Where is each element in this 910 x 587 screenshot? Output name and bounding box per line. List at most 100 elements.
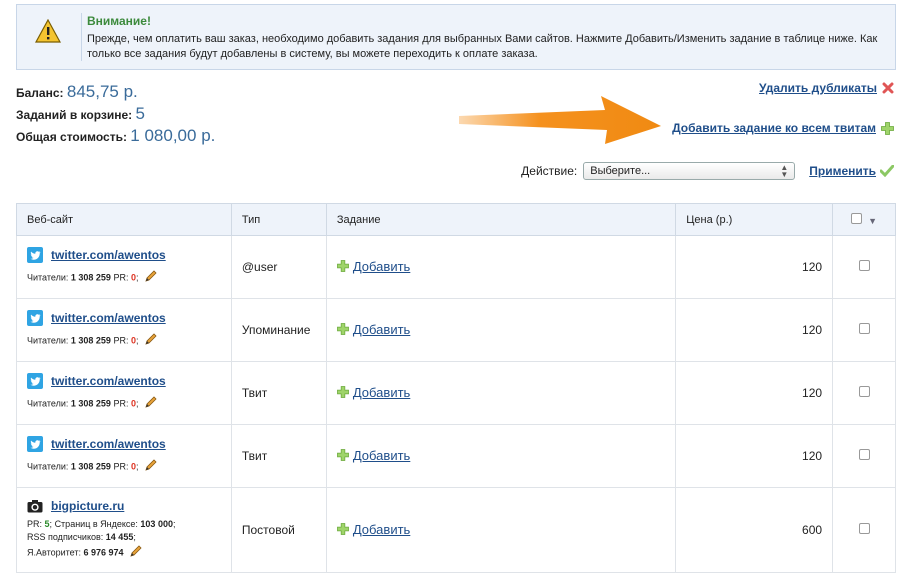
site-link[interactable]: twitter.com/awentos (51, 374, 166, 388)
action-select[interactable]: Выберите... ▲ ▼ (583, 162, 796, 180)
pr-label: PR: (113, 335, 129, 346)
twitter-icon (27, 436, 43, 452)
remove-duplicates-action[interactable]: Удалить дубликаты (759, 81, 894, 95)
header-site: Веб-сайт (16, 203, 232, 236)
pencil-icon[interactable] (144, 458, 158, 476)
readers-value: 1 308 259 (70, 398, 111, 409)
remove-duplicates-link[interactable]: Удалить дубликаты (759, 81, 877, 95)
add-task-label: Добавить (352, 384, 411, 400)
camera-icon (27, 498, 43, 514)
site-cell: twitter.com/awentos Читатели: 1 308 259 … (16, 424, 232, 488)
readers-label: Читатели: (27, 272, 69, 283)
rss-label: RSS подписчиков: (27, 532, 104, 542)
pr-value: 0 (130, 272, 136, 283)
table-row: twitter.com/awentos Читатели: 1 308 259 … (16, 298, 896, 362)
yandex-pages-value: 103 000 (140, 519, 173, 529)
add-task-label: Добавить (352, 258, 411, 274)
type-cell: @user (230, 235, 327, 299)
table-row: twitter.com/awentos Читатели: 1 308 259 … (16, 424, 896, 488)
rss-value: 14 455 (105, 532, 134, 542)
row-checkbox[interactable] (858, 260, 870, 271)
pencil-icon[interactable] (144, 395, 158, 413)
remove-icon (882, 82, 894, 94)
plus-icon (336, 260, 349, 273)
type-cell: Упоминание (230, 298, 327, 362)
notice-title: Внимание! (87, 14, 151, 28)
row-checkbox[interactable] (858, 323, 870, 334)
twitter-icon (27, 373, 43, 389)
authority-value: 6 976 974 (83, 547, 124, 558)
add-task-label: Добавить (352, 447, 411, 463)
pencil-icon[interactable] (144, 332, 158, 350)
site-cell: twitter.com/awentos Читатели: 1 308 259 … (16, 298, 232, 362)
row-checkbox[interactable] (858, 523, 870, 534)
pencil-icon[interactable] (144, 269, 158, 287)
task-cell: Добавить (325, 361, 677, 425)
pr-label: PR: (113, 461, 129, 472)
pr-value: 0 (130, 398, 136, 409)
table-header: Веб-сайт Тип Задание Цена (р.) ▼ (16, 203, 896, 236)
header-price: Цена (р.) (675, 203, 834, 236)
readers-label: Читатели: (27, 398, 69, 409)
task-cell: Добавить (325, 235, 677, 299)
pencil-icon[interactable] (129, 544, 143, 562)
action-select-value: Выберите... (590, 165, 651, 177)
readers-value: 1 308 259 (70, 335, 111, 346)
site-link[interactable]: twitter.com/awentos (51, 311, 166, 325)
add-task-button[interactable]: Добавить (336, 384, 411, 400)
row-checkbox[interactable] (858, 386, 870, 397)
tasks-label: Заданий в корзине: (16, 108, 133, 122)
select-all-checkbox[interactable] (851, 212, 863, 224)
task-cell: Добавить (325, 424, 677, 488)
readers-value: 1 308 259 (70, 272, 111, 283)
type-cell: Твит (230, 424, 327, 488)
tasks-row: Заданий в корзине: 5 (16, 104, 215, 126)
add-all-action[interactable]: Добавить задание ко всем твитам (672, 121, 894, 135)
plus-icon (336, 323, 349, 336)
balance-row: Баланс: 845,75 р. (16, 82, 215, 104)
select-cell (832, 424, 896, 488)
site-meta: Читатели: 1 308 259 PR: 0; (27, 458, 221, 476)
row-checkbox[interactable] (858, 449, 870, 460)
select-cell (832, 298, 896, 362)
site-link[interactable]: bigpicture.ru (51, 499, 124, 513)
site-link[interactable]: twitter.com/awentos (51, 437, 166, 451)
select-cell (832, 361, 896, 425)
table-row: twitter.com/awentos Читатели: 1 308 259 … (16, 361, 896, 425)
price-cell: 120 (675, 298, 834, 362)
site-cell: twitter.com/awentos Читатели: 1 308 259 … (16, 235, 232, 299)
site-link[interactable]: twitter.com/awentos (51, 248, 166, 262)
notice-box: Внимание! Прежде, чем оплатить ваш заказ… (16, 4, 896, 70)
site-meta: Читатели: 1 308 259 PR: 0; (27, 269, 221, 287)
pr-label: PR: (113, 398, 129, 409)
twitter-icon (27, 310, 43, 326)
add-task-button[interactable]: Добавить (336, 258, 411, 274)
balance-value: 845,75 р. (66, 82, 138, 101)
price-cell: 120 (675, 424, 834, 488)
site-meta: PR: 5; Страниц в Яндексе: 103 000; RSS п… (27, 518, 221, 562)
plus-icon (336, 386, 349, 399)
header-select: ▼ (832, 203, 896, 236)
add-task-button[interactable]: Добавить (336, 322, 410, 337)
plus-icon (336, 449, 349, 462)
plus-icon (336, 523, 349, 536)
add-all-link[interactable]: Добавить задание ко всем твитам (672, 121, 876, 135)
add-task-button[interactable]: Добавить (336, 521, 411, 537)
readers-label: Читатели: (27, 335, 69, 346)
add-task-button[interactable]: Добавить (336, 447, 411, 463)
pr-label: PR: (27, 519, 43, 529)
site-meta: Читатели: 1 308 259 PR: 0; (27, 332, 221, 350)
dropdown-triangle-icon[interactable]: ▼ (868, 216, 877, 226)
pr-value: 0 (130, 461, 136, 472)
notice-text: Прежде, чем оплатить ваш заказ, необходи… (87, 33, 878, 60)
bulk-action-row: Действие: Выберите... ▲ ▼ Применить (521, 162, 894, 180)
add-task-label: Добавить (352, 521, 411, 537)
total-value: 1 080,00 р. (130, 126, 216, 145)
action-label: Действие: (521, 164, 578, 178)
price-cell: 600 (675, 487, 834, 573)
cart-table: Веб-сайт Тип Задание Цена (р.) ▼ twitter… (16, 203, 896, 573)
warning-icon (35, 19, 61, 43)
apply-link[interactable]: Применить (809, 164, 876, 178)
notice-divider (81, 13, 82, 61)
arrow-annotation (459, 96, 661, 144)
